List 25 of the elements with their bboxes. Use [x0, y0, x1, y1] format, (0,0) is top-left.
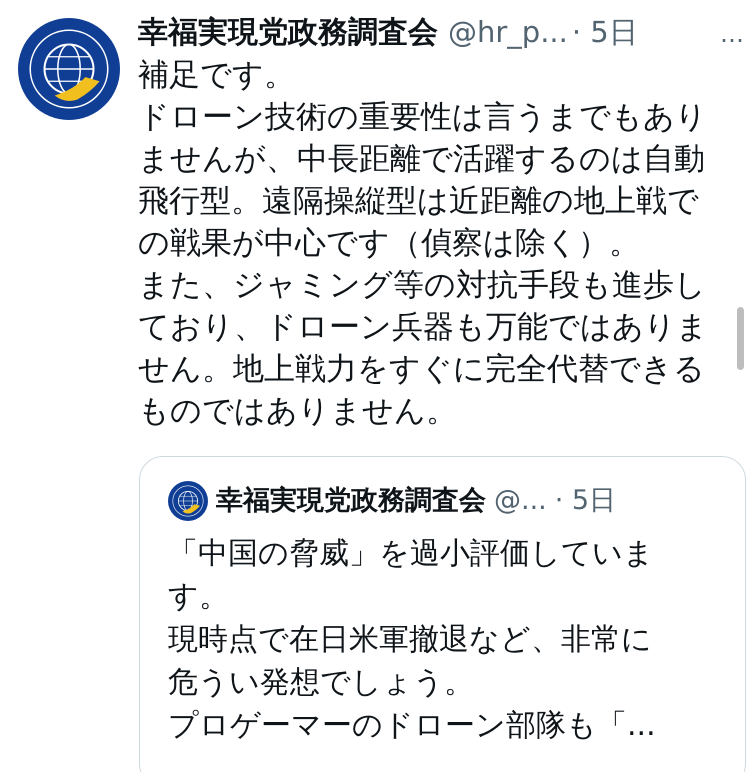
- quoted-text-line: 「中国の脅威」を過小評価していま: [168, 534, 654, 572]
- author-handle[interactable]: @hr_p...: [448, 11, 568, 54]
- post-text-line: の戦果が中心です（偵察は除く）。: [138, 224, 640, 263]
- author-name[interactable]: 幸福実現党政務調査会: [138, 10, 438, 55]
- post-text-line: また、ジャミング等の対抗手段も進歩し: [138, 266, 706, 305]
- post-text-line: 飛行型。遠隔操縦型は近距離の地上戦で: [138, 182, 699, 221]
- quoted-post-time[interactable]: · 5日: [554, 481, 616, 522]
- quoted-text-line: 危うい発想でしょう。: [168, 664, 474, 702]
- post-text-line: 補足です。: [138, 56, 295, 95]
- avatar-icon[interactable]: [168, 481, 208, 522]
- quoted-post-card[interactable]: 幸福実現党政務調査会 @... · 5日 「中国の脅威」を過小評価していま す。 現時点で在日米軍撤退など、非常に 危うい発想でしょう。 プロゲーマーのドローン部隊も「...: [139, 456, 746, 772]
- more-button[interactable]: …: [720, 16, 744, 52]
- scrollbar-thumb[interactable]: [737, 307, 744, 370]
- quoted-text-line: す。: [168, 578, 229, 616]
- post-time[interactable]: · 5日: [572, 11, 638, 54]
- quoted-author-name[interactable]: 幸福実現党政務調査会: [216, 481, 486, 522]
- quoted-text-line: 現時点で在日米軍撤退など、非常に: [168, 620, 652, 658]
- quoted-text-line: プロゲーマーのドローン部隊も「...: [168, 706, 656, 744]
- quoted-author-handle[interactable]: @...: [494, 481, 547, 522]
- post-text-line: ドローン技術の重要性は言うまでもあり: [138, 98, 707, 137]
- post-text-line: ており、ドローン兵器も万能ではありま: [138, 308, 708, 347]
- avatar-icon[interactable]: [18, 18, 120, 120]
- post-text-line: せん。地上戦力をすぐに完全代替できる: [138, 350, 705, 389]
- post-text-line: ものではありません。: [138, 392, 457, 431]
- post-text-line: ませんが、中長距離で活躍するのは自動: [138, 140, 705, 179]
